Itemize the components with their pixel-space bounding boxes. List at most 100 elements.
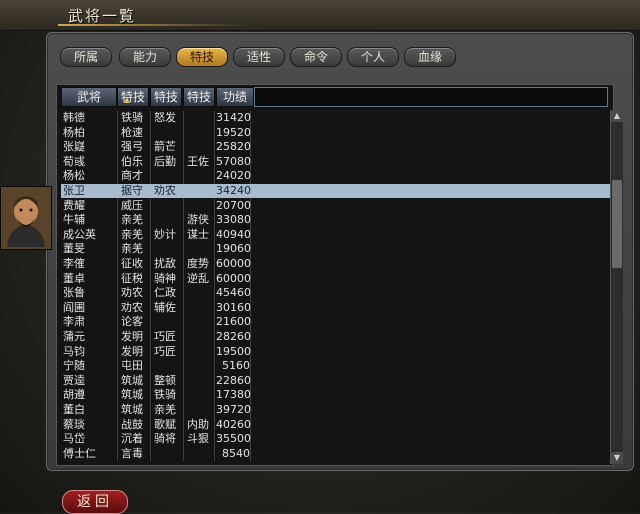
table-row[interactable]: 胡遵 筑城 铁骑 17380 <box>61 388 611 402</box>
cell-s2: 整顿 <box>154 373 176 387</box>
table-row[interactable]: 马岱 沉着 骑将 斗狠 35500 <box>61 432 611 446</box>
scroll-down-icon[interactable]: ▼ <box>611 452 623 464</box>
cell-s3: 度势 <box>187 257 209 270</box>
cell-s1: 发明 <box>121 330 143 343</box>
back-button[interactable]: 返回 <box>62 490 128 514</box>
cell-s3: 王佐 <box>187 154 209 168</box>
table-row[interactable]: 阎圃 劝农 辅佐 30160 <box>61 301 611 315</box>
table-row[interactable]: 杨松 商才 24020 <box>61 169 611 183</box>
cell-s1: 伯乐 <box>121 154 143 168</box>
table-row[interactable]: 李肃 论客 21600 <box>61 315 611 329</box>
table-row[interactable]: 宁随 屯田 5160 <box>61 359 611 373</box>
cell-s2: 骑神 <box>154 271 176 285</box>
table-row[interactable]: 费耀 威压 20700 <box>61 199 611 213</box>
cell-s2: 妙计 <box>154 227 176 241</box>
title-bar: 武将一覧 <box>0 0 640 31</box>
cell-s3: 游侠 <box>187 213 209 227</box>
header-skill-1[interactable]: 特技 <box>117 87 149 107</box>
cell-name: 董白 <box>63 403 85 416</box>
header-general[interactable]: 武将 <box>61 87 117 107</box>
table-row-selected[interactable]: 张卫 据守 劝农 34240 <box>61 184 611 198</box>
tab-personal[interactable]: 个人 <box>347 47 399 67</box>
scroll-up-icon[interactable]: ▲ <box>611 110 623 122</box>
cell-merit: 39720 <box>216 403 251 416</box>
cell-name: 牛辅 <box>63 213 85 227</box>
tab-aptitude[interactable]: 适性 <box>233 47 285 67</box>
table-row[interactable]: 蔡琰 战鼓 歌赋 内助 40260 <box>61 418 611 432</box>
cell-merit: 60000 <box>216 257 251 270</box>
cell-s2: 扰敌 <box>154 257 176 270</box>
cell-name: 宁随 <box>63 359 85 373</box>
header-merit[interactable]: 功绩 <box>216 87 254 107</box>
portrait-image <box>1 187 51 249</box>
cell-s2: 歌赋 <box>154 417 176 431</box>
table-row[interactable]: 李傕 征收 扰敌 度势 60000 <box>61 257 611 271</box>
cell-merit: 31420 <box>216 111 251 124</box>
cell-s2: 劝农 <box>154 184 176 197</box>
table-row[interactable]: 马钧 发明 巧匠 19500 <box>61 345 611 359</box>
general-portrait <box>0 186 52 250</box>
table-row[interactable]: 傅士仁 言毒 8540 <box>61 447 611 461</box>
cell-s2: 箭芒 <box>154 140 176 154</box>
tab-ability[interactable]: 能力 <box>119 47 171 67</box>
cell-s1: 筑城 <box>121 403 143 416</box>
cell-name: 蒲元 <box>63 330 85 343</box>
cell-merit: 8540 <box>222 446 250 460</box>
cell-merit: 20700 <box>216 198 251 212</box>
table-row[interactable]: 董旻 亲羌 19060 <box>61 242 611 256</box>
tab-skills[interactable]: 特技 <box>176 47 228 67</box>
tab-affiliation[interactable]: 所属 <box>60 47 112 67</box>
cell-s1: 筑城 <box>121 373 143 387</box>
cell-name: 韩德 <box>63 111 85 124</box>
cell-s3: 逆乱 <box>187 271 209 285</box>
table-scrollbar[interactable]: ▲ ▼ <box>610 110 623 464</box>
table-body: 韩德 铁骑 怒发 31420 杨柏 枪速 19520 张嶷 强弓 箭芒 25820 荀彧 伯乐 后勤 王佐 5… <box>61 111 611 463</box>
cell-s2: 骑将 <box>154 432 176 446</box>
cell-s2: 亲羌 <box>154 403 176 416</box>
table-row[interactable]: 韩德 铁骑 怒发 31420 <box>61 111 611 125</box>
cell-name: 李肃 <box>63 315 85 329</box>
cell-merit: 40260 <box>216 417 251 431</box>
cell-name: 董卓 <box>63 271 85 285</box>
table-row[interactable]: 荀彧 伯乐 后勤 王佐 57080 <box>61 155 611 169</box>
table-row[interactable]: 牛辅 亲羌 游侠 33080 <box>61 213 611 227</box>
scroll-thumb[interactable] <box>612 180 622 268</box>
header-skill-3[interactable]: 特技 <box>183 87 215 107</box>
cell-name: 阎圃 <box>63 300 85 314</box>
cell-merit: 17380 <box>216 388 251 402</box>
cell-merit: 28260 <box>216 330 251 343</box>
table-row[interactable]: 蒲元 发明 巧匠 28260 <box>61 330 611 344</box>
cell-s3: 斗狠 <box>187 432 209 446</box>
cell-s3: 内助 <box>187 417 209 431</box>
cell-merit: 30160 <box>216 300 251 314</box>
tab-orders[interactable]: 命令 <box>290 47 342 67</box>
cell-name: 董旻 <box>63 242 85 256</box>
cell-s1: 论客 <box>121 315 143 329</box>
cell-merit: 19500 <box>216 344 251 358</box>
cell-s1: 征收 <box>121 257 143 270</box>
cell-merit: 60000 <box>216 271 251 285</box>
header-skill-2[interactable]: 特技 <box>150 87 182 107</box>
cell-name: 荀彧 <box>63 154 85 168</box>
table-row[interactable]: 董卓 征税 骑神 逆乱 60000 <box>61 272 611 286</box>
table-row[interactable]: 张嶷 强弓 箭芒 25820 <box>61 140 611 154</box>
cell-name: 贾逵 <box>63 373 85 387</box>
table-row[interactable]: 张鲁 劝农 仁政 45460 <box>61 286 611 300</box>
table-row[interactable]: 成公英 亲羌 妙计 谋士 40940 <box>61 228 611 242</box>
table-row[interactable]: 贾逵 筑城 整顿 22860 <box>61 374 611 388</box>
cell-s1: 亲羌 <box>121 242 143 256</box>
tab-bloodline[interactable]: 血缘 <box>404 47 456 67</box>
table-row[interactable]: 董白 筑城 亲羌 39720 <box>61 403 611 417</box>
table-row[interactable]: 杨柏 枪速 19520 <box>61 126 611 140</box>
cell-s1: 劝农 <box>121 300 143 314</box>
cell-s1: 铁骑 <box>121 111 143 124</box>
cell-merit: 35500 <box>216 432 251 446</box>
cell-s2: 后勤 <box>154 154 176 168</box>
cell-merit: 45460 <box>216 286 251 300</box>
cell-s1: 亲羌 <box>121 227 143 241</box>
cell-merit: 34240 <box>216 184 251 197</box>
cell-merit: 21600 <box>216 315 251 329</box>
cell-s1: 亲羌 <box>121 213 143 227</box>
cell-s1: 枪速 <box>121 125 143 139</box>
cell-merit: 24020 <box>216 169 251 183</box>
